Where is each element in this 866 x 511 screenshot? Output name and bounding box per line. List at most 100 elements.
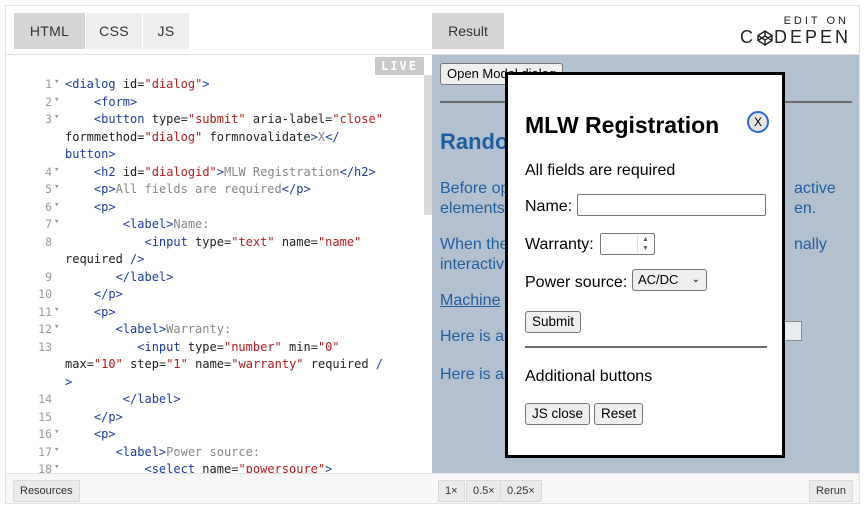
line-number: 1 — [45, 77, 52, 91]
bg-text-2c: interactiv — [440, 256, 505, 273]
code-line[interactable]: 15 </p> — [6, 410, 424, 428]
code-text: button> — [65, 147, 116, 161]
warranty-field[interactable]: ▲ ▼ — [600, 233, 655, 255]
fold-arrow-icon[interactable]: ▾ — [54, 165, 59, 175]
dialog-divider — [525, 346, 767, 348]
code-line[interactable]: formmethod="dialog" formnovalidate>X</ — [6, 130, 424, 148]
live-badge: LIVE — [375, 57, 424, 75]
tab-html[interactable]: HTML — [14, 13, 85, 49]
fold-arrow-icon[interactable]: ▾ — [54, 77, 59, 87]
code-line[interactable]: 1 ▾ <dialog id="dialog"> — [6, 77, 424, 95]
chevron-down-icon: ⌄ — [691, 274, 700, 285]
registration-dialog: MLW Registration X All fields are requir… — [505, 72, 785, 458]
bg-text-2b: nally — [794, 236, 827, 253]
fold-arrow-icon[interactable]: ▾ — [54, 427, 59, 437]
code-editor[interactable]: LIVE 1 ▾ <dialog id="dialog"> 2 ▾ <form> 3 ▾ <… — [6, 55, 432, 473]
code-text: formmethod="dialog" formnovalidate>X</ — [65, 129, 340, 144]
name-field[interactable] — [577, 194, 766, 216]
line-number: 15 — [38, 409, 52, 424]
code-line[interactable]: 3 ▾ <button type="submit" aria-label="clo… — [6, 112, 424, 130]
zoom-quarter-button[interactable]: 0.25× — [500, 480, 542, 502]
code-line[interactable]: 2 ▾ <form> — [6, 95, 424, 113]
code-text: <p> — [93, 427, 116, 441]
code-line[interactable]: 6 ▾ <p> — [6, 200, 424, 218]
bg-text-2a: When the — [440, 236, 509, 253]
code-line[interactable]: button> — [6, 147, 424, 165]
submit-button[interactable]: Submit — [525, 311, 582, 333]
line-number: 18 — [38, 462, 52, 473]
dialog-close-button[interactable]: X — [747, 111, 769, 133]
tab-result[interactable]: Result — [432, 13, 504, 49]
code-text: <p> — [93, 199, 116, 214]
fold-arrow-icon[interactable]: ▾ — [54, 322, 59, 332]
code-line[interactable]: 14 </label> — [6, 392, 424, 410]
line-number: 13 — [38, 339, 52, 354]
tab-js[interactable]: JS — [143, 13, 189, 49]
code-line[interactable]: 8 <input type="text" name="name" — [6, 235, 424, 253]
code-line[interactable]: 5 ▾ <p>All fields are required</p> — [6, 182, 424, 200]
code-line[interactable]: 18 ▾ <select name="powersoure"> — [6, 462, 424, 473]
code-line[interactable]: 16 ▾ <p> — [6, 427, 424, 445]
js-close-button[interactable]: JS close — [525, 403, 591, 425]
zoom-half-button[interactable]: 0.5× — [466, 480, 502, 502]
bg-link[interactable]: Machine — [440, 291, 500, 311]
code-line[interactable]: > — [6, 375, 424, 393]
zoom-1x-button[interactable]: 1× — [438, 480, 465, 502]
code-line[interactable]: max="10" step="1" name="warranty" requir… — [6, 357, 424, 375]
brand-left: C — [739, 27, 756, 47]
codepen-embed: HTML CSS JS LIVE 1 ▾ <dialog id="dialog"> 2… — [5, 5, 860, 504]
codepen-logo[interactable]: C DEPEN — [740, 27, 851, 48]
code-line[interactable]: 4 ▾ <h2 id="dialogid">MLW Registration</h… — [6, 165, 424, 183]
code-text: </label> — [122, 392, 181, 406]
fold-arrow-icon[interactable]: ▾ — [54, 112, 59, 122]
code-line[interactable]: 11 ▾ <p> — [6, 305, 424, 323]
code-text: required /> — [65, 252, 145, 266]
bg-text-1a: Before op — [440, 180, 510, 197]
fold-arrow-icon[interactable]: ▾ — [54, 462, 59, 472]
power-source-select[interactable]: AC/DC ⌄ — [632, 269, 707, 291]
editor-tabs: HTML CSS JS — [6, 6, 432, 55]
page-heading: Rando — [440, 129, 509, 154]
code-line[interactable]: 17 ▾ <label>Power source: — [6, 445, 424, 463]
editor-scrollbar[interactable] — [424, 75, 432, 215]
power-source-label: Power source: — [525, 274, 628, 291]
resources-button[interactable]: Resources — [13, 480, 80, 502]
warranty-label: Warranty: — [525, 236, 594, 253]
code-line[interactable]: 10 </p> — [6, 287, 424, 305]
fold-arrow-icon[interactable]: ▾ — [54, 182, 59, 192]
result-preview: Open Modal dialog Rando Before op active… — [432, 55, 859, 473]
reset-button[interactable]: Reset — [594, 403, 644, 425]
code-line[interactable]: required /> — [6, 252, 424, 270]
name-label: Name: — [525, 198, 573, 215]
rerun-button[interactable]: Rerun — [809, 480, 853, 502]
line-number: 12 — [38, 322, 52, 336]
code-line[interactable]: 7 ▾ <label>Name: — [6, 217, 424, 235]
fold-arrow-icon[interactable]: ▾ — [54, 95, 59, 105]
code-text: <select name="powersoure"> — [144, 462, 333, 473]
code-text: <label>Warranty: — [115, 322, 232, 336]
code-line[interactable]: 9 </label> — [6, 270, 424, 288]
code-line[interactable]: 12 ▾ <label>Warranty: — [6, 322, 424, 340]
bg-input[interactable] — [784, 321, 802, 341]
line-number: 10 — [38, 287, 52, 301]
number-spinner-icon[interactable]: ▲ ▼ — [637, 235, 653, 253]
bg-text-1d: en. — [794, 200, 817, 217]
result-pane: Result EDIT ON C DEPEN Open Modal dialog… — [432, 6, 859, 503]
line-number: 9 — [45, 269, 52, 284]
editor-footer: Resources — [6, 473, 432, 503]
code-line[interactable]: 13 <input type="number" min="0" — [6, 340, 424, 358]
line-number: 2 — [45, 94, 52, 109]
code-text: <label>Name: — [122, 217, 210, 231]
fold-arrow-icon[interactable]: ▾ — [54, 217, 59, 227]
line-number: 11 — [38, 304, 52, 319]
fold-arrow-icon[interactable]: ▾ — [54, 445, 59, 455]
line-number: 4 — [45, 164, 52, 179]
fold-arrow-icon[interactable]: ▾ — [54, 200, 59, 210]
line-number: 14 — [38, 392, 52, 406]
code-text: </label> — [115, 269, 174, 284]
tab-css[interactable]: CSS — [86, 13, 142, 49]
code-text: <button type="submit" aria-label="close" — [93, 112, 383, 126]
fold-arrow-icon[interactable]: ▾ — [54, 305, 59, 315]
brand-edit-on[interactable]: EDIT ON — [784, 15, 849, 27]
line-number: 5 — [45, 182, 52, 196]
